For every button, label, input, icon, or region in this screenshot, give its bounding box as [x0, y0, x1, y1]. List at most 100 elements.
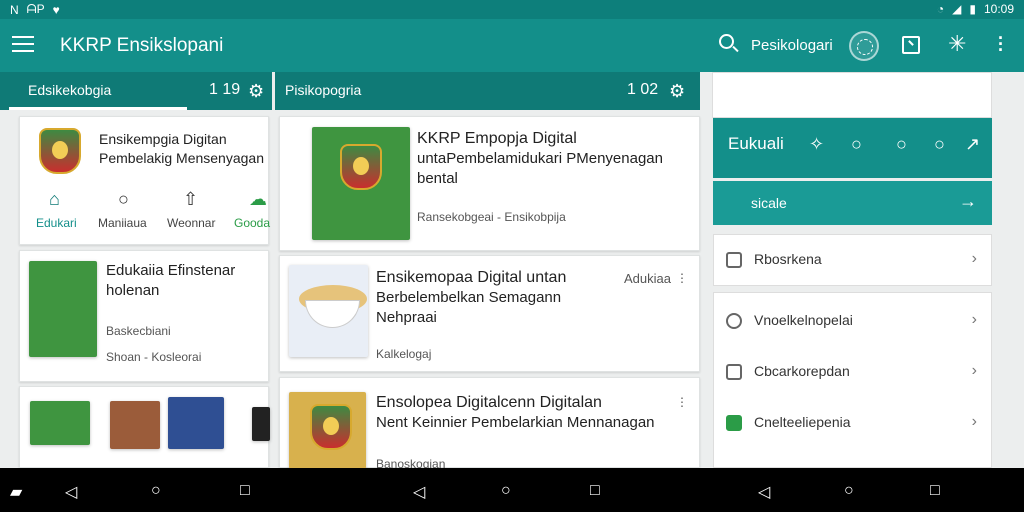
cloud-icon[interactable]: ☁	[249, 189, 267, 210]
emblem-icon	[310, 404, 352, 450]
recents-icon[interactable]: □	[590, 482, 600, 500]
settings-icon[interactable]: ✳	[948, 31, 966, 57]
back-icon[interactable]: ◁	[758, 482, 770, 502]
globe-icon[interactable]	[849, 31, 879, 61]
card-title: Ensolopea Digitalcenn Digitalan	[376, 394, 602, 411]
heart-icon: ♥	[52, 2, 60, 17]
card-subtitle: bental	[417, 170, 458, 187]
more-options-icon[interactable]: · · ·	[998, 29, 1004, 59]
gear-icon[interactable]: ⚙	[669, 81, 685, 102]
card-meta: Shoan - Kosleorai	[106, 350, 202, 364]
keyboard-icon[interactable]: ▰	[10, 482, 22, 502]
gear-icon[interactable]: ⚙	[248, 81, 264, 102]
app-title: KKRP Ensikslopani	[60, 35, 224, 56]
arrow-icon: →	[959, 191, 977, 211]
emblem-icon	[340, 144, 382, 190]
pin-icon[interactable]: ✧	[809, 134, 824, 155]
wifi-icon: ◔	[936, 2, 945, 16]
tab-label: Pisikopogria	[285, 82, 362, 98]
home-icon[interactable]: ○	[501, 482, 511, 500]
more-icon[interactable]: ⋮	[676, 395, 688, 409]
nav-label[interactable]: Gooda	[234, 216, 270, 230]
card-title: KKRP Empopja Digital	[417, 130, 577, 147]
search-label[interactable]: Pesikologari	[751, 37, 833, 54]
android-nav-bar: ▰ ◁ ○ □ ◁ ○ □ ◁ ○ □	[0, 468, 1024, 512]
right-list-card: Vnoelkelnopelai › Cbcarkorepdan › Cnelte…	[713, 292, 992, 468]
nav-label[interactable]: Edukari	[36, 216, 77, 230]
chevron-right-icon: ›	[971, 413, 977, 430]
back-icon[interactable]: ◁	[65, 482, 77, 502]
card-meta: Kalkelogaj	[376, 347, 432, 361]
card-meta: Baskecbiani	[106, 324, 171, 338]
tab-label: Edsikekobgia	[28, 82, 112, 98]
nav-label[interactable]: Maniiaua	[98, 216, 147, 230]
calendar-icon	[726, 364, 742, 380]
more-icon[interactable]: ⋮	[676, 271, 688, 285]
notification-icon: N	[10, 2, 19, 17]
card-subtitle: holenan	[106, 282, 160, 299]
app-bar: KKRP Ensikslopani Pesikologari ✳ · · ·	[0, 19, 1024, 72]
button-label: sicale	[751, 195, 787, 211]
emblem-icon	[39, 128, 81, 174]
menu-icon[interactable]	[12, 36, 34, 52]
card-title: Edukaiia Efinstenar	[106, 262, 236, 279]
left-card-main[interactable]: Ensikempgia Digitan Pembelakig Mensenyag…	[19, 116, 270, 245]
left-card-book[interactable]: Edukaiia Efinstenar holenan Baskecbiani …	[19, 250, 269, 382]
chevron-right-icon: ›	[971, 362, 977, 379]
middle-card-2[interactable]: Ensikemopaa Digital untan Berbelembelkan…	[279, 255, 700, 372]
search-icon[interactable]: ○	[934, 134, 945, 155]
middle-card-1[interactable]: KKRP Empopja Digital untaPembelamidukari…	[279, 116, 700, 251]
refresh-icon	[726, 415, 742, 431]
home-icon[interactable]: ○	[844, 482, 854, 500]
active-tab-indicator	[9, 107, 187, 110]
home-icon[interactable]: ⌂	[49, 189, 60, 210]
right-primary-button[interactable]: sicale →	[713, 181, 992, 225]
search-icon[interactable]	[719, 34, 739, 56]
nav-label[interactable]: Weonnar	[167, 216, 215, 230]
card-subtitle: untaPembelamidukari PMenyenagan	[417, 150, 663, 167]
search-icon[interactable]: ○	[851, 134, 862, 155]
banner-title: Eukuali	[728, 134, 784, 153]
card-subtitle: Pembelakig Mensenyagan	[99, 150, 264, 166]
right-action-bar: Eukuali ✧ ○ ○ ○ ↗	[713, 118, 992, 178]
card-tag: Adukiaa	[624, 271, 671, 286]
book-cover	[289, 265, 368, 357]
tab-encyclopedia[interactable]: Edsikekobgia 1 19 ⚙	[0, 72, 272, 110]
edit-icon[interactable]	[902, 36, 920, 54]
share-icon[interactable]: ↗	[965, 134, 980, 155]
signal-icon: ◢	[952, 2, 962, 16]
card-title: Ensikemopaa Digital untan	[376, 269, 567, 286]
tab-psychology[interactable]: Pisikopogria 1 02 ⚙	[275, 72, 700, 110]
card-subtitle: Berbelembelkan Semagann	[376, 289, 562, 306]
card-title: Ensikempgia Digitan	[99, 131, 227, 147]
gallery-thumb	[30, 401, 90, 445]
chevron-right-icon: ›	[971, 250, 977, 267]
recents-icon[interactable]: □	[240, 482, 250, 500]
card-subtitle: Nent Keinnier Pembelarkian Mennanagan	[376, 414, 655, 431]
card-meta: Ransekobgeai - Ensikobpija	[417, 210, 566, 224]
upload-icon[interactable]: ⇧	[183, 189, 198, 210]
right-header-panel	[712, 72, 992, 118]
left-card-gallery[interactable]	[19, 386, 270, 468]
gallery-thumb	[110, 401, 160, 449]
chevron-right-icon: ›	[971, 311, 977, 328]
search-icon[interactable]: ○	[118, 189, 129, 210]
tab-count: 1 02	[627, 81, 659, 98]
battery-icon: ▮	[969, 2, 976, 16]
book-cover	[29, 261, 97, 357]
gallery-thumb	[168, 397, 224, 449]
right-list-single[interactable]: Rbosrkena ›	[713, 234, 992, 286]
tab-count: 1 19	[209, 81, 241, 98]
circle-icon	[726, 313, 742, 329]
recents-icon[interactable]: □	[930, 482, 940, 500]
back-icon[interactable]: ◁	[413, 482, 425, 502]
cellular-icon: ᗩP	[26, 2, 45, 16]
home-icon[interactable]: ○	[151, 482, 161, 500]
middle-card-3[interactable]: Ensolopea Digitalcenn Digitalan Nent Kei…	[279, 377, 700, 471]
search-icon[interactable]: ○	[896, 134, 907, 155]
folder-icon	[726, 252, 742, 268]
status-bar: N ᗩP ♥ ◔ ◢ ▮ 10:09	[0, 0, 1024, 19]
gallery-thumb	[252, 407, 270, 441]
card-subtitle: Nehpraai	[376, 309, 437, 326]
clock: 10:09	[983, 2, 1014, 16]
